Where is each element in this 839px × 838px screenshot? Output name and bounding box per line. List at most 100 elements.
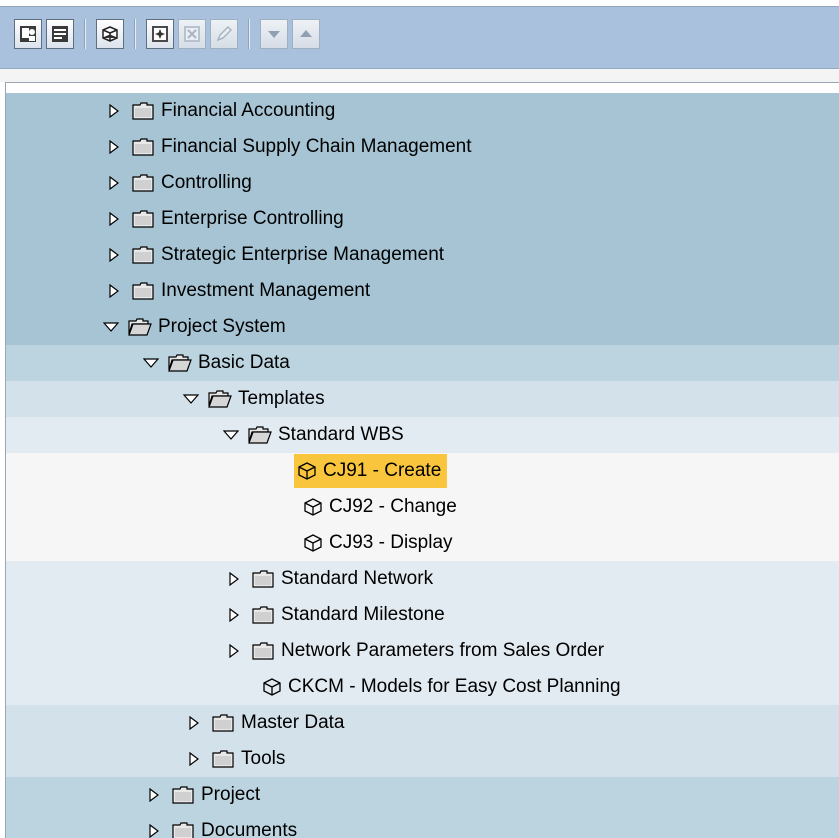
- sap-menu-icon: [52, 26, 68, 42]
- expanded-triangle-icon[interactable]: [182, 390, 200, 408]
- collapsed-triangle-icon[interactable]: [225, 642, 243, 660]
- collapsed-triangle-icon[interactable]: [105, 174, 123, 192]
- transaction-cube-icon: [261, 676, 283, 698]
- tree-node-label: Standard WBS: [278, 424, 404, 445]
- folder-icon: [171, 785, 195, 805]
- folder-icon: [251, 605, 275, 625]
- open-folder-icon: [208, 389, 232, 409]
- tree-node-transaction[interactable]: CJ92 - Change: [6, 489, 839, 525]
- open-folder-icon: [168, 353, 192, 373]
- delete-favorites-button[interactable]: [178, 19, 206, 49]
- collapsed-triangle-icon[interactable]: [145, 822, 163, 838]
- collapsed-triangle-icon[interactable]: [105, 210, 123, 228]
- tree-node-label: Strategic Enterprise Management: [161, 244, 445, 265]
- transaction-cube-icon: [296, 460, 318, 482]
- move-up-button[interactable]: [292, 19, 320, 49]
- add-favorites-button[interactable]: [146, 19, 174, 49]
- tree-node-label: CJ92 - Change: [329, 496, 457, 517]
- tree-node-transaction[interactable]: CJ91 - Create: [6, 453, 839, 489]
- collapsed-triangle-icon[interactable]: [225, 606, 243, 624]
- tree-node[interactable]: Controlling: [6, 165, 839, 201]
- tree-node-label: Standard Network: [281, 568, 434, 589]
- folder-icon: [131, 137, 155, 157]
- folder-icon: [131, 173, 155, 193]
- tree-node[interactable]: Standard Network: [6, 561, 839, 597]
- folder-icon: [211, 749, 235, 769]
- tree-node[interactable]: Standard WBS: [6, 417, 839, 453]
- pencil-icon: [216, 25, 233, 42]
- tree-node[interactable]: Enterprise Controlling: [6, 201, 839, 237]
- expanded-triangle-icon[interactable]: [222, 426, 240, 444]
- tree-node-label: Enterprise Controlling: [161, 208, 344, 229]
- tree-node[interactable]: Project: [6, 777, 839, 813]
- add-favorite-icon: [152, 26, 168, 42]
- collapsed-triangle-icon[interactable]: [105, 282, 123, 300]
- tree-node-label: Controlling: [161, 172, 252, 193]
- expanded-triangle-icon[interactable]: [142, 354, 160, 372]
- tree-node[interactable]: Financial Accounting: [6, 93, 839, 129]
- sap-menu-button[interactable]: [46, 19, 74, 49]
- folder-icon: [171, 821, 195, 838]
- transaction-cube-icon: [302, 496, 324, 518]
- user-menu-icon: [20, 26, 36, 42]
- window-top-edge: [0, 0, 839, 7]
- tree-node-label: Tools: [241, 748, 286, 769]
- toolbar-gap: [0, 69, 839, 82]
- tree-node-label: Master Data: [241, 712, 345, 733]
- folder-icon: [251, 641, 275, 661]
- collapsed-triangle-icon[interactable]: [105, 138, 123, 156]
- tree-node[interactable]: Master Data: [6, 705, 839, 741]
- tree-node[interactable]: Investment Management: [6, 273, 839, 309]
- tree-node[interactable]: Documents: [6, 813, 839, 838]
- tree-node-label: CKCM - Models for Easy Cost Planning: [288, 676, 621, 697]
- toolbar-separator: [248, 19, 250, 49]
- tree-node-label: Standard Milestone: [281, 604, 445, 625]
- tree-node-label: Project System: [158, 316, 286, 337]
- tree-node[interactable]: Standard Milestone: [6, 597, 839, 633]
- tree-node-label: Basic Data: [198, 352, 290, 373]
- tree-node-label: CJ91 - Create: [323, 460, 442, 481]
- triangle-up-icon: [300, 30, 312, 37]
- tree-node-label: Documents: [201, 820, 298, 838]
- tree-node-transaction[interactable]: CKCM - Models for Easy Cost Planning: [6, 669, 839, 705]
- other-menu-icon: [102, 26, 118, 42]
- expanded-triangle-icon[interactable]: [102, 318, 120, 336]
- tree-node-transaction[interactable]: CJ93 - Display: [6, 525, 839, 561]
- tree-node[interactable]: Network Parameters from Sales Order: [6, 633, 839, 669]
- collapsed-triangle-icon[interactable]: [185, 750, 203, 768]
- tree-node[interactable]: Project System: [6, 309, 839, 345]
- tree-node-label: Financial Accounting: [161, 100, 336, 121]
- selected-node-highlight[interactable]: CJ91 - Create: [294, 454, 448, 488]
- folder-icon: [131, 245, 155, 265]
- change-favorites-button[interactable]: [210, 19, 238, 49]
- tree-node-label: Network Parameters from Sales Order: [281, 640, 605, 661]
- folder-icon: [211, 713, 235, 733]
- tree-node[interactable]: Templates: [6, 381, 839, 417]
- collapsed-triangle-icon[interactable]: [185, 714, 203, 732]
- folder-icon: [251, 569, 275, 589]
- tree-node[interactable]: Strategic Enterprise Management: [6, 237, 839, 273]
- toolbar-separator: [84, 19, 86, 49]
- folder-icon: [131, 281, 155, 301]
- folder-icon: [131, 209, 155, 229]
- tree-node-label: Templates: [238, 388, 325, 409]
- transaction-cube-icon: [302, 532, 324, 554]
- collapsed-triangle-icon[interactable]: [225, 570, 243, 588]
- collapsed-triangle-icon[interactable]: [145, 786, 163, 804]
- folder-icon: [131, 101, 155, 121]
- triangle-down-icon: [268, 31, 280, 38]
- move-down-button[interactable]: [260, 19, 288, 49]
- tree-node[interactable]: Basic Data: [6, 345, 839, 381]
- tree-node-label: Investment Management: [161, 280, 371, 301]
- tree-node-label: CJ93 - Display: [329, 532, 453, 553]
- collapsed-triangle-icon[interactable]: [105, 102, 123, 120]
- collapsed-triangle-icon[interactable]: [105, 246, 123, 264]
- application-toolbar: [0, 7, 839, 69]
- tree-node[interactable]: Tools: [6, 741, 839, 777]
- other-menu-button[interactable]: [96, 19, 124, 49]
- tree-node-label: Financial Supply Chain Management: [161, 136, 472, 157]
- user-menu-button[interactable]: [14, 19, 42, 49]
- menu-tree: Financial Accounting Financial Supply Ch…: [5, 82, 839, 838]
- tree-node[interactable]: Financial Supply Chain Management: [6, 129, 839, 165]
- delete-favorite-icon: [184, 26, 200, 42]
